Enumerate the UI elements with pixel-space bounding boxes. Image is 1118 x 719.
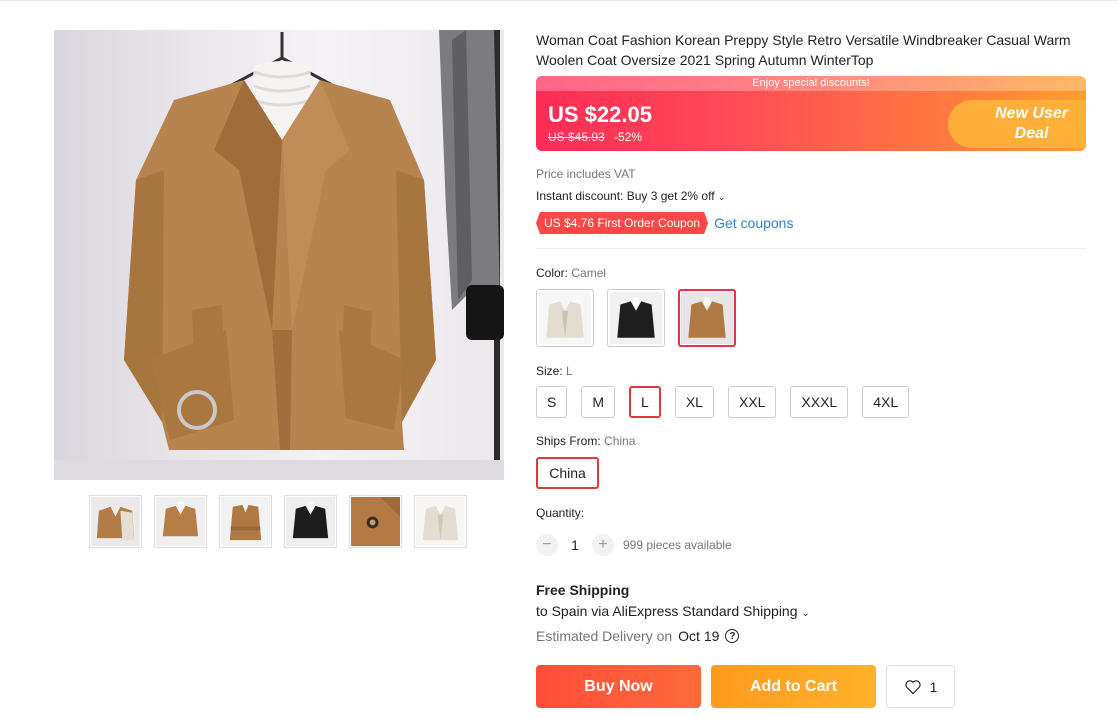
chevron-down-icon: ⌄ (801, 608, 810, 619)
ships-from-selected-value: China (604, 434, 636, 448)
thumbnail-5[interactable] (349, 495, 402, 548)
color-label-text: Color: (536, 266, 569, 280)
price-banner: Enjoy special discounts! US $22.05 US $4… (536, 76, 1086, 151)
buy-now-button[interactable]: Buy Now (536, 665, 701, 708)
ships-from-option-china[interactable]: China (536, 457, 599, 489)
color-selected-value: Camel (571, 266, 607, 280)
size-option-m[interactable]: M (581, 386, 616, 418)
quantity-stepper: − 1 + 999 pieces available (536, 534, 732, 556)
instant-discount[interactable]: Instant discount: Buy 3 get 2% off ⌄ (536, 189, 725, 203)
color-option-black[interactable] (607, 289, 665, 347)
size-option-l[interactable]: L (629, 386, 661, 418)
current-price: US $22.05 (548, 102, 652, 127)
shipping-destination-text: to Spain via AliExpress Standard Shippin… (536, 603, 798, 619)
estimated-delivery-label: Estimated Delivery on (536, 628, 673, 644)
section-divider (536, 248, 1086, 249)
color-option-camel[interactable] (678, 289, 736, 347)
quantity-plus-button[interactable]: + (592, 534, 614, 556)
top-divider (0, 0, 1118, 1)
deal-line-1: New User (995, 105, 1068, 122)
get-coupons-link[interactable]: Get coupons (714, 215, 793, 231)
size-label: Size: L (536, 364, 573, 378)
size-option-xxl[interactable]: XXL (727, 386, 777, 418)
wishlist-button[interactable]: 1 (886, 665, 955, 708)
size-option-xl[interactable]: XL (674, 386, 714, 418)
ships-from-label: Ships From: China (536, 434, 635, 448)
chevron-down-icon: ⌄ (717, 192, 726, 202)
thumbnail-strip (89, 495, 467, 548)
estimated-delivery: Estimated Delivery on Oct 19 ? (536, 628, 740, 644)
color-options (536, 289, 736, 347)
size-option-4xl[interactable]: 4XL (862, 386, 910, 418)
wishlist-count: 1 (929, 678, 938, 695)
thumbnail-1[interactable] (89, 495, 142, 548)
shipping-destination[interactable]: to Spain via AliExpress Standard Shippin… (536, 603, 810, 619)
thumbnail-4[interactable] (284, 495, 337, 548)
product-info-panel: Woman Coat Fashion Korean Preppy Style R… (536, 30, 1086, 708)
vat-note: Price includes VAT (536, 167, 636, 181)
new-user-deal-badge: New User Deal (948, 100, 1086, 148)
product-title: Woman Coat Fashion Korean Preppy Style R… (536, 32, 1071, 68)
thumbnail-6[interactable] (414, 495, 467, 548)
quantity-minus-button[interactable]: − (536, 534, 558, 556)
estimated-delivery-date: Oct 19 (678, 628, 720, 644)
add-to-cart-button[interactable]: Add to Cart (711, 665, 876, 708)
heart-icon (904, 679, 921, 694)
color-label: Color: Camel (536, 266, 606, 280)
quantity-value[interactable]: 1 (558, 537, 592, 553)
special-discounts-strip: Enjoy special discounts! (536, 76, 1086, 91)
color-option-beige[interactable] (536, 289, 594, 347)
discount-percent: -52% (614, 130, 643, 144)
coupon-row: US $4.76 First Order Coupon Get coupons (536, 212, 793, 234)
free-shipping-title: Free Shipping (536, 582, 630, 598)
camel-coat-photo (54, 30, 504, 480)
original-price-row: US $45.93 -52% (548, 130, 642, 144)
main-product-image[interactable] (54, 30, 504, 480)
size-option-xxxl[interactable]: XXXL (790, 386, 849, 418)
size-label-text: Size: (536, 364, 563, 378)
original-price: US $45.93 (548, 130, 605, 144)
first-order-coupon: US $4.76 First Order Coupon (536, 212, 708, 234)
pieces-available: 999 pieces available (623, 538, 732, 552)
size-option-s[interactable]: S (536, 386, 568, 418)
thumbnail-2[interactable] (154, 495, 207, 548)
quantity-label: Quantity: (536, 506, 585, 520)
instant-discount-text: Instant discount: Buy 3 get 2% off (536, 189, 715, 203)
size-selected-value: L (566, 364, 573, 378)
thumbnail-3[interactable] (219, 495, 272, 548)
help-icon[interactable]: ? (725, 629, 740, 643)
deal-line-2: Deal (1014, 125, 1049, 142)
size-options: S M L XL XXL XXXL 4XL (536, 386, 910, 418)
ships-from-label-text: Ships From: (536, 434, 601, 448)
